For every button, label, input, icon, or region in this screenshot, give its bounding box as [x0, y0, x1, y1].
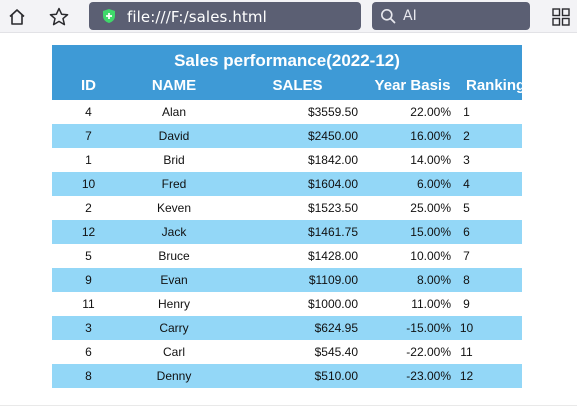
cell-year-basis: 22.00% — [358, 100, 451, 124]
header-ranking: Ranking — [451, 75, 525, 100]
cell-id: 4 — [52, 100, 125, 124]
apps-button[interactable] — [544, 0, 577, 33]
cell-name: Carry — [125, 316, 223, 340]
header-sales: SALES — [223, 75, 358, 100]
cell-sales: $545.40 — [223, 340, 358, 364]
cell-name: Henry — [125, 292, 223, 316]
apps-grid-icon — [551, 7, 570, 26]
cell-ranking: 1 — [451, 100, 522, 124]
cell-ranking: 3 — [451, 148, 522, 172]
cell-id: 11 — [52, 292, 125, 316]
favorite-button[interactable] — [42, 0, 76, 33]
cell-id: 8 — [52, 364, 125, 388]
cell-name: Fred — [125, 172, 223, 196]
cell-year-basis: 15.00% — [358, 220, 451, 244]
cell-year-basis: -22.00% — [358, 340, 451, 364]
search-input[interactable]: AI — [403, 8, 417, 24]
cell-ranking: 8 — [451, 268, 522, 292]
cell-name: Carl — [125, 340, 223, 364]
cell-year-basis: 16.00% — [358, 124, 451, 148]
url-text[interactable]: file:///F:/sales.html — [127, 8, 267, 26]
cell-sales: $2450.00 — [223, 124, 358, 148]
address-bar[interactable]: file:///F:/sales.html — [89, 2, 430, 30]
cell-sales: $1842.00 — [223, 148, 358, 172]
cell-ranking: 10 — [451, 316, 522, 340]
cell-name: David — [125, 124, 223, 148]
cell-name: Brid — [125, 148, 223, 172]
cell-name: Evan — [125, 268, 223, 292]
cell-year-basis: 14.00% — [358, 148, 451, 172]
table-row: 8 Denny $510.00 -23.00% 12 — [52, 364, 522, 388]
sales-table: Sales performance(2022-12) ID NAME SALES… — [52, 45, 525, 388]
table-row: 5 Bruce $1428.00 10.00% 7 — [52, 244, 522, 268]
cell-sales: $624.95 — [223, 316, 358, 340]
cell-id: 3 — [52, 316, 125, 340]
table-row: 4 Alan $3559.50 22.00% 1 — [52, 100, 522, 124]
cell-ranking: 11 — [451, 340, 522, 364]
cell-ranking: 2 — [451, 124, 522, 148]
header-id: ID — [52, 75, 125, 100]
home-button[interactable] — [0, 0, 34, 33]
cell-sales: $510.00 — [223, 364, 358, 388]
table-header-row: ID NAME SALES Year Basis Ranking — [52, 75, 525, 100]
cell-ranking: 7 — [451, 244, 522, 268]
cell-id: 10 — [52, 172, 125, 196]
search-bar[interactable]: AI — [372, 2, 530, 30]
search-icon — [381, 9, 396, 24]
cell-id: 6 — [52, 340, 125, 364]
cell-sales: $1461.75 — [223, 220, 358, 244]
cell-sales: $3559.50 — [223, 100, 358, 124]
cell-name: Alan — [125, 100, 223, 124]
home-icon — [9, 8, 25, 25]
table-row: 1 Brid $1842.00 14.00% 3 — [52, 148, 522, 172]
table-row: 2 Keven $1523.50 25.00% 5 — [52, 196, 522, 220]
header-year-basis: Year Basis — [358, 75, 451, 100]
star-icon — [49, 7, 69, 25]
cell-ranking: 6 — [451, 220, 522, 244]
cell-ranking: 5 — [451, 196, 522, 220]
browser-toolbar: file:///F:/sales.html AI — [0, 0, 577, 33]
header-name: NAME — [125, 75, 223, 100]
cell-sales: $1428.00 — [223, 244, 358, 268]
cell-year-basis: 11.00% — [358, 292, 451, 316]
cell-year-basis: 10.00% — [358, 244, 451, 268]
shield-plus-icon — [103, 9, 115, 23]
cell-ranking: 9 — [451, 292, 522, 316]
cell-id: 1 — [52, 148, 125, 172]
table-row: 11 Henry $1000.00 11.00% 9 — [52, 292, 522, 316]
cell-sales: $1523.50 — [223, 196, 358, 220]
cell-name: Bruce — [125, 244, 223, 268]
cell-sales: $1604.00 — [223, 172, 358, 196]
cell-year-basis: 25.00% — [358, 196, 451, 220]
cell-id: 7 — [52, 124, 125, 148]
cell-ranking: 4 — [451, 172, 522, 196]
table-row: 6 Carl $545.40 -22.00% 11 — [52, 340, 522, 364]
cell-id: 5 — [52, 244, 125, 268]
cell-id: 9 — [52, 268, 125, 292]
cell-name: Denny — [125, 364, 223, 388]
table-row: 9 Evan $1109.00 8.00% 8 — [52, 268, 522, 292]
cell-year-basis: 6.00% — [358, 172, 451, 196]
table-row: 12 Jack $1461.75 15.00% 6 — [52, 220, 522, 244]
cell-year-basis: -23.00% — [358, 364, 451, 388]
cell-name: Keven — [125, 196, 223, 220]
cell-sales: $1109.00 — [223, 268, 358, 292]
cell-id: 12 — [52, 220, 125, 244]
page-bottom-divider — [0, 405, 577, 406]
page-content: Sales performance(2022-12) ID NAME SALES… — [0, 34, 577, 408]
cell-year-basis: -15.00% — [358, 316, 451, 340]
cell-ranking: 12 — [451, 364, 522, 388]
cell-sales: $1000.00 — [223, 292, 358, 316]
cell-year-basis: 8.00% — [358, 268, 451, 292]
table-row: 10 Fred $1604.00 6.00% 4 — [52, 172, 522, 196]
table-row: 7 David $2450.00 16.00% 2 — [52, 124, 522, 148]
cell-id: 2 — [52, 196, 125, 220]
cell-name: Jack — [125, 220, 223, 244]
table-row: 3 Carry $624.95 -15.00% 10 — [52, 316, 522, 340]
table-title: Sales performance(2022-12) — [52, 45, 522, 75]
